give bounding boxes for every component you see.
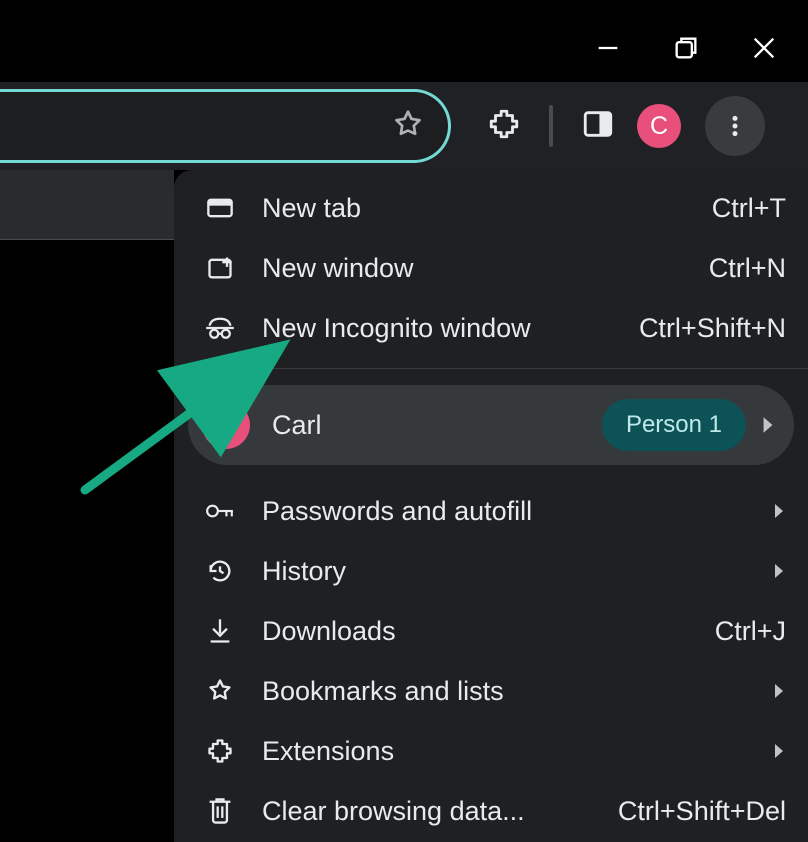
incognito-icon [196,315,244,341]
new-window-icon [196,255,244,281]
menu-item-label: New Incognito window [262,313,639,344]
menu-item-downloads[interactable]: Downloads Ctrl+J [174,601,808,661]
chevron-right-icon [772,682,786,700]
profile-row-initial: C [216,410,236,441]
browser-toolbar: C [0,82,808,170]
tab-icon [196,196,244,220]
overflow-menu: New tab Ctrl+T New window Ctrl+N New Inc… [174,170,808,842]
menu-item-new-tab[interactable]: New tab Ctrl+T [174,178,808,238]
chevron-right-icon [772,742,786,760]
menu-item-shortcut: Ctrl+T [712,193,786,224]
menu-item-new-window[interactable]: New window Ctrl+N [174,238,808,298]
menu-item-passwords[interactable]: Passwords and autofill [174,481,808,541]
extensions-icon[interactable] [487,107,521,146]
menu-item-shortcut: Ctrl+Shift+Del [618,796,786,827]
history-icon [196,557,244,585]
side-panel-icon[interactable] [581,107,615,146]
bookmark-star-icon[interactable] [392,108,424,145]
chevron-right-icon [772,502,786,520]
chevron-right-icon [760,415,776,435]
profile-person-badge: Person 1 [602,399,746,451]
chevron-right-icon [772,562,786,580]
maximize-button[interactable] [672,34,700,62]
menu-item-label: Bookmarks and lists [262,676,786,707]
menu-item-bookmarks[interactable]: Bookmarks and lists [174,661,808,721]
window-titlebar [0,0,808,82]
download-icon [196,617,244,645]
menu-item-shortcut: Ctrl+N [709,253,786,284]
menu-item-label: Clear browsing data... [262,796,618,827]
close-button[interactable] [750,34,778,62]
menu-item-history[interactable]: History [174,541,808,601]
menu-item-profile[interactable]: C Carl Person 1 [188,385,794,465]
menu-item-label: History [262,556,786,587]
page-content-hint [0,170,174,240]
star-icon [196,677,244,705]
menu-item-label: New tab [262,193,712,224]
overflow-menu-button[interactable] [705,96,765,156]
toolbar-separator [549,105,553,147]
menu-item-label: Downloads [262,616,715,647]
extensions-menu-icon [196,737,244,765]
trash-icon [196,796,244,826]
menu-item-label: Extensions [262,736,786,767]
menu-item-label: Passwords and autofill [262,496,786,527]
key-icon [196,500,244,522]
profile-row-avatar: C [202,401,250,449]
omnibox[interactable] [0,89,451,163]
profile-name: Carl [272,410,602,441]
minimize-button[interactable] [594,34,622,62]
menu-item-incognito[interactable]: New Incognito window Ctrl+Shift+N [174,298,808,358]
menu-separator [174,368,808,369]
profile-avatar[interactable]: C [637,104,681,148]
menu-item-shortcut: Ctrl+Shift+N [639,313,786,344]
menu-item-label: New window [262,253,709,284]
profile-avatar-initial: C [650,112,668,141]
menu-item-clear-data[interactable]: Clear browsing data... Ctrl+Shift+Del [174,781,808,841]
menu-item-extensions[interactable]: Extensions [174,721,808,781]
menu-item-shortcut: Ctrl+J [715,616,786,647]
